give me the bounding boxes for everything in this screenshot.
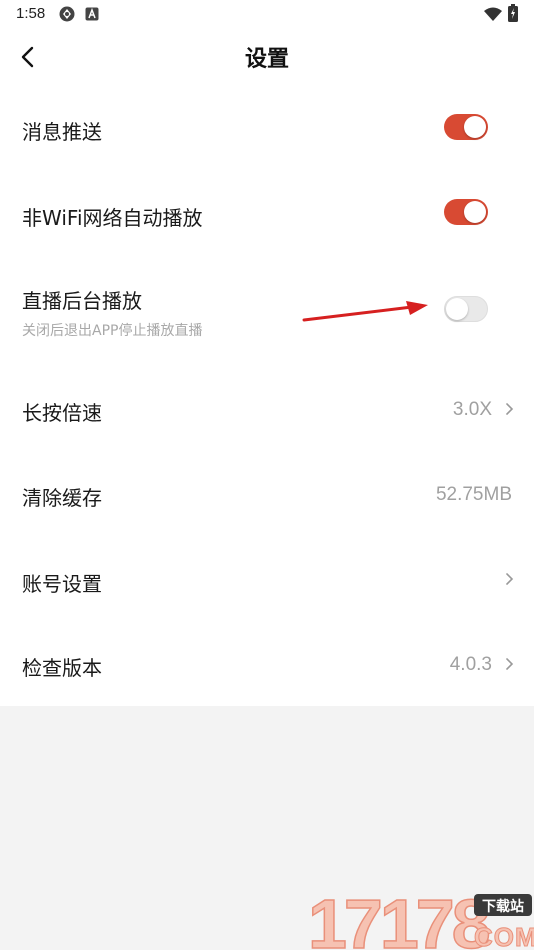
setting-label: 检查版本: [22, 656, 102, 680]
setting-label: 非WiFi网络自动播放: [22, 206, 203, 230]
live-background-toggle[interactable]: [444, 296, 488, 322]
chevron-right-icon: [506, 658, 514, 670]
wifi-icon: [484, 6, 502, 25]
status-bar: 1:58: [0, 0, 534, 28]
setting-label: 消息推送: [22, 120, 102, 144]
setting-row-clear-cache[interactable]: 清除缓存 52.75MB: [0, 450, 534, 536]
setting-row-push: 消息推送: [0, 86, 534, 172]
settings-screen: 1:58 设置 消息推送 非WiFi网络自动播放 直播后台播放 关闭后退出APP…: [0, 0, 534, 950]
toggle-knob: [464, 116, 486, 138]
status-time: 1:58: [16, 5, 46, 22]
setting-row-live-background: 直播后台播放 关闭后退出APP停止播放直播: [0, 258, 534, 362]
annotation-arrow-icon: [302, 301, 428, 322]
setting-subtitle: 关闭后退出APP停止播放直播: [22, 323, 203, 339]
setting-value: 3.0X: [452, 399, 492, 420]
chevron-right-icon: [506, 573, 514, 585]
toggle-knob: [446, 298, 468, 320]
setting-row-check-version[interactable]: 检查版本 4.0.3: [0, 622, 534, 706]
battery-charging-icon: [508, 4, 518, 26]
setting-row-account[interactable]: 账号设置: [0, 536, 534, 622]
setting-label: 长按倍速: [22, 401, 102, 425]
toggle-knob: [464, 201, 486, 223]
watermark-logo: 17178 下载站 COM: [307, 884, 534, 950]
setting-row-long-press-speed[interactable]: 长按倍速 3.0X: [0, 362, 534, 450]
page-title: 设置: [244, 47, 289, 72]
sync-icon: [58, 5, 76, 27]
setting-label: 账号设置: [22, 572, 102, 596]
app-header: 设置: [0, 28, 534, 86]
wifi-autoplay-toggle[interactable]: [444, 199, 488, 225]
watermark-digits: 17178: [308, 885, 489, 950]
keyboard-a-icon: [85, 6, 99, 25]
setting-value: 4.0.3: [449, 654, 492, 675]
setting-value: 52.75MB: [435, 484, 512, 505]
watermark-badge: 下载站: [482, 898, 524, 915]
chevron-right-icon: [506, 403, 514, 415]
setting-label: 清除缓存: [22, 486, 102, 510]
setting-label: 直播后台播放: [22, 289, 142, 313]
push-toggle[interactable]: [444, 114, 488, 140]
setting-row-wifi-autoplay: 非WiFi网络自动播放: [0, 172, 534, 258]
watermark-domain: COM: [474, 922, 534, 950]
